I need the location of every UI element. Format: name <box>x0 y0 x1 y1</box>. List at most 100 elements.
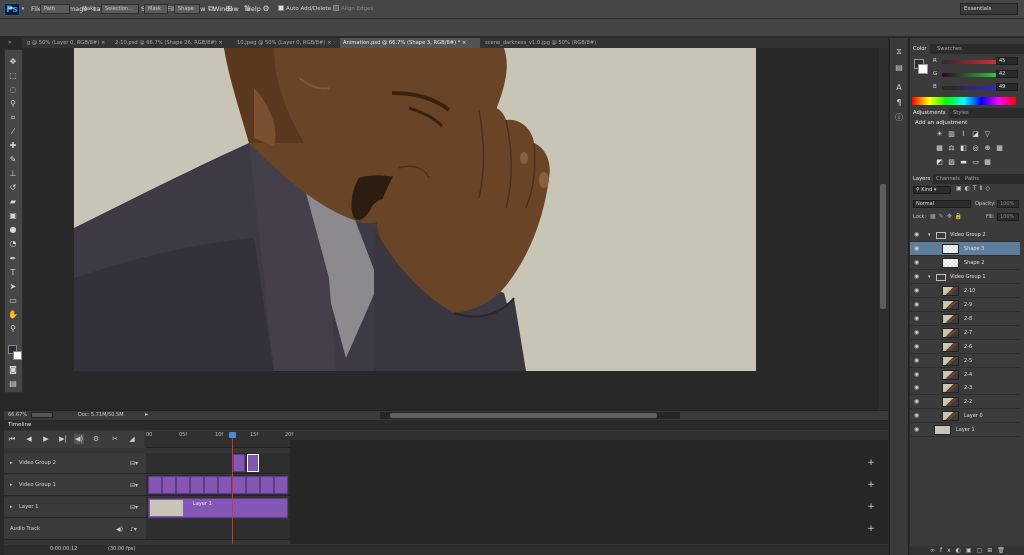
lock-icons[interactable]: ▦✎✥🔒 <box>930 213 965 220</box>
levels-icon[interactable]: ▥ <box>947 130 956 138</box>
frame-clip[interactable] <box>176 476 190 494</box>
type-tool-icon[interactable]: T <box>7 267 19 278</box>
add-media-icon[interactable]: + <box>866 497 876 518</box>
black-white-icon[interactable]: ◧ <box>959 144 968 152</box>
eye-icon[interactable]: ◉ <box>914 354 919 368</box>
layer-row-2-10[interactable]: ◉ 2-10 <box>910 284 1020 298</box>
vibrance-icon[interactable]: ▽ <box>983 130 992 138</box>
gradient-tool-icon[interactable]: ▣ <box>7 210 19 221</box>
clip-shape-3[interactable] <box>247 454 259 472</box>
character-icon[interactable]: A <box>893 82 905 93</box>
invert-icon[interactable]: ◩ <box>935 158 944 166</box>
eye-icon[interactable]: ◉ <box>914 284 919 298</box>
gradient-map-icon[interactable]: ▭ <box>971 158 980 166</box>
expand-arrow-icon[interactable]: ▸ <box>10 453 13 474</box>
layer-row-2-4[interactable]: ◉ 2-4 <box>910 368 1020 382</box>
healing-brush-tool-icon[interactable]: ✚ <box>7 140 19 151</box>
history-icon[interactable]: ⧖ <box>893 46 905 57</box>
frame-clip[interactable] <box>162 476 176 494</box>
frame-clip[interactable] <box>260 476 274 494</box>
eye-icon[interactable]: ◉ <box>914 242 919 256</box>
layer-row-video-group-1[interactable]: ◉ ▾ Video Group 1 <box>910 270 1020 284</box>
track-video-group-1[interactable]: ▸ Video Group 1 ⊟▾ <box>4 475 146 496</box>
auto-add-delete-checkbox[interactable]: Auto Add/Delete <box>278 4 331 14</box>
expand-arrow-icon[interactable]: ▸ <box>10 475 13 496</box>
layer-row-2-5[interactable]: ◉ 2-5 <box>910 354 1020 368</box>
red-value[interactable]: 45 <box>996 57 1018 65</box>
quick-select-tool-icon[interactable]: ⚲ <box>7 98 19 109</box>
music-note-icon[interactable]: ♪▾ <box>130 519 137 540</box>
background-color-swatch[interactable] <box>13 351 22 360</box>
clone-stamp-tool-icon[interactable]: ⊥ <box>7 168 19 179</box>
add-media-icon[interactable]: + <box>866 475 876 496</box>
color-spectrum[interactable] <box>912 97 1016 105</box>
layer-row-2-9[interactable]: ◉ 2-9 <box>910 298 1020 312</box>
mode-select[interactable]: Path <box>40 4 70 14</box>
blur-tool-icon[interactable]: ● <box>7 224 19 235</box>
tab-2-10[interactable]: 2-10.psd @ 66.7% (Shape 26, RGB/8#) × <box>112 38 232 48</box>
frame-clip[interactable] <box>190 476 204 494</box>
eye-icon[interactable]: ◉ <box>914 326 919 340</box>
eye-icon[interactable]: ◉ <box>914 312 919 326</box>
mask-button[interactable]: Mask <box>144 4 168 14</box>
layer-filter-icons[interactable]: ▣◐TⅡ◇ <box>956 185 993 192</box>
tab-color[interactable]: Color <box>910 44 930 54</box>
marquee-tool-icon[interactable]: ⬚ <box>7 70 19 81</box>
lasso-tool-icon[interactable]: ◌ <box>7 84 19 95</box>
track-video-group-2[interactable]: ▸ Video Group 2 ⊟▾ <box>4 453 146 474</box>
clip-shape-2[interactable] <box>233 454 245 472</box>
film-icon[interactable]: ⊟▾ <box>130 497 138 518</box>
eye-icon[interactable]: ◉ <box>914 395 919 409</box>
panel-collapse-icon[interactable]: » <box>8 38 12 48</box>
horizontal-scroll-thumb[interactable] <box>390 413 657 418</box>
expand-arrow-icon[interactable]: ▸ <box>10 497 13 518</box>
curves-icon[interactable]: ⌇ <box>959 130 968 138</box>
fill-input[interactable]: 100% <box>997 213 1019 221</box>
workspace-select[interactable]: Essentials <box>960 3 1018 15</box>
tab-layers[interactable]: Layers <box>910 174 934 184</box>
color-lookup-icon[interactable]: ▦ <box>995 144 1004 152</box>
layer-row-video-group-2[interactable]: ◉ ▾ Video Group 2 <box>910 228 1020 242</box>
crop-tool-icon[interactable]: ⌗ <box>7 112 19 123</box>
document-canvas[interactable] <box>74 48 756 371</box>
path-arrangement-icon[interactable]: ⇅ <box>242 4 252 14</box>
dodge-tool-icon[interactable]: ◔ <box>7 238 19 249</box>
tab-styles[interactable]: Styles <box>950 108 972 118</box>
frame-clip[interactable] <box>246 476 260 494</box>
add-audio-icon[interactable]: + <box>866 519 876 540</box>
pen-tool-icon[interactable]: ✒ <box>7 253 19 264</box>
next-frame-icon[interactable]: ▶| <box>58 434 68 444</box>
brightness-icon[interactable]: ☀ <box>935 130 944 138</box>
settings-icon[interactable]: ⚙ <box>91 434 101 444</box>
layer-row-2-3[interactable]: ◉ 2-3 <box>910 381 1020 395</box>
tab-paths[interactable]: Paths <box>962 174 982 184</box>
chevron-down-icon[interactable]: ▾ <box>18 4 28 14</box>
play-icon[interactable]: ▶ <box>41 434 51 444</box>
timeline-title[interactable]: Timeline <box>8 421 31 430</box>
tab-animation[interactable]: Animation.psd @ 66.7% (Shape 3, RGB/8#) … <box>340 38 480 48</box>
align-edges-checkbox[interactable]: Align Edges <box>333 4 373 14</box>
posterize-icon[interactable]: ▨ <box>947 158 956 166</box>
frame-clip[interactable] <box>204 476 218 494</box>
channel-mixer-icon[interactable]: ⊕ <box>983 144 992 152</box>
exposure-icon[interactable]: ◪ <box>971 130 980 138</box>
clip-layer-1[interactable]: Layer 1 <box>148 498 288 518</box>
group-expand-icon[interactable]: ▾ <box>928 228 931 242</box>
speaker-icon[interactable]: ◀) <box>116 519 123 540</box>
eye-icon[interactable]: ◉ <box>914 228 919 242</box>
zoom-level[interactable]: 66.67% <box>8 411 27 419</box>
eraser-tool-icon[interactable]: ▰ <box>7 196 19 207</box>
gear-icon[interactable]: ⚙ <box>261 4 271 14</box>
shape-button[interactable]: Shape <box>174 4 200 14</box>
opacity-input[interactable]: 100% <box>997 200 1019 208</box>
layer-row-layer-0[interactable]: ◉ Layer 0 <box>910 409 1020 423</box>
move-tool-icon[interactable]: ✥ <box>7 56 19 67</box>
audio-icon[interactable]: ◀) <box>74 434 84 444</box>
eye-icon[interactable]: ◉ <box>914 423 919 437</box>
split-at-playhead-icon[interactable]: ✂ <box>110 434 120 444</box>
color-balance-icon[interactable]: ⚖ <box>947 144 956 152</box>
eye-icon[interactable]: ◉ <box>914 368 919 382</box>
eye-icon[interactable]: ◉ <box>914 409 919 423</box>
layer-row-2-8[interactable]: ◉ 2-8 <box>910 312 1020 326</box>
paragraph-icon[interactable]: ¶ <box>893 97 905 108</box>
